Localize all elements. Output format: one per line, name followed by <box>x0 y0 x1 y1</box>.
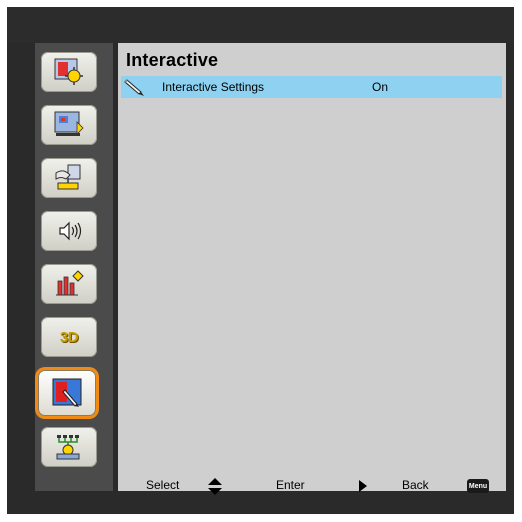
3d-icon: 3D <box>59 328 79 346</box>
menu-row-value: On <box>372 80 389 94</box>
sidebar-item-options[interactable] <box>41 264 97 304</box>
sidebar-item-screen[interactable] <box>41 105 97 145</box>
menu-key-icon: Menu <box>467 479 489 493</box>
content-panel <box>118 43 506 491</box>
image-settings-icon <box>54 58 83 85</box>
up-down-arrow-icon <box>207 476 223 499</box>
top-bar <box>7 7 514 43</box>
sidebar-item-interactive[interactable] <box>38 370 96 416</box>
setup-icon <box>55 164 81 190</box>
menu-row-label: Interactive Settings <box>162 80 265 94</box>
back-label: Back <box>402 478 429 492</box>
right-arrow-icon <box>357 478 369 497</box>
page-title: Interactive <box>126 50 219 70</box>
network-icon <box>56 435 80 460</box>
sidebar-item-setup[interactable] <box>41 158 97 198</box>
sidebar-item-3d[interactable]: 3D <box>41 317 97 357</box>
sidebar-item-volume[interactable] <box>41 211 97 251</box>
screen-settings-icon <box>54 111 84 136</box>
sidebar-item-network[interactable] <box>41 427 97 467</box>
interactive-icon <box>52 378 82 407</box>
volume-icon <box>59 221 82 241</box>
options-icon <box>56 270 84 296</box>
footer-bar: Select Enter Back Menu <box>0 468 522 498</box>
sidebar-item-image[interactable] <box>41 52 97 92</box>
enter-label: Enter <box>276 478 305 492</box>
pen-icon <box>124 77 148 102</box>
select-label: Select <box>146 478 180 492</box>
